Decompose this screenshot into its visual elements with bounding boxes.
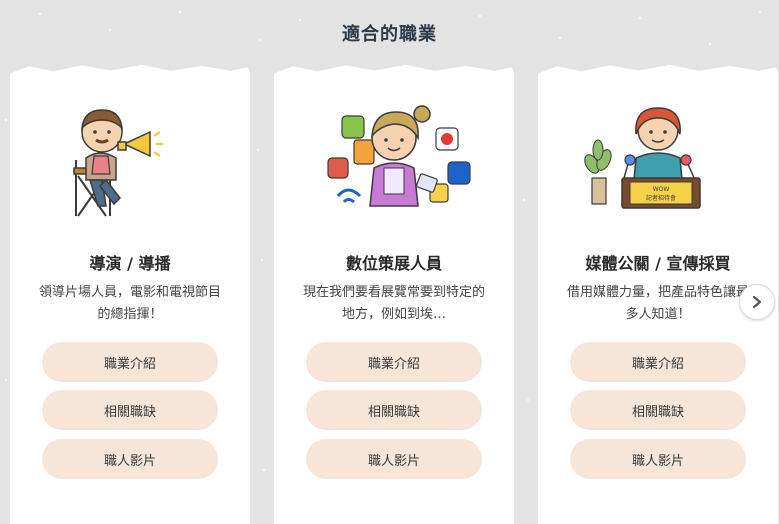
section-title: 適合的職業	[342, 24, 437, 45]
career-intro-button[interactable]: 職業介紹	[570, 342, 746, 382]
related-jobs-button[interactable]: 相關職缺	[42, 390, 218, 430]
related-jobs-button[interactable]: 相關職缺	[306, 390, 482, 430]
card-description: 借用媒體力量，把產品特色讓最多人知道！	[566, 285, 749, 322]
professional-video-button[interactable]: 職人影片	[42, 439, 218, 479]
card-description: 現在我們要看展覽常要到特定的地方，例如到埃…	[302, 285, 485, 322]
career-intro-button[interactable]: 職業介紹	[306, 342, 482, 382]
career-card-digital-curator: 數位策展人員 現在我們要看展覽常要到特定的地方，例如到埃… 職業介紹 相關職缺 …	[274, 64, 514, 524]
director-illustration	[73, 109, 163, 217]
card-title: 數位策展人員	[345, 254, 442, 273]
svg-text:WOW: WOW	[653, 186, 670, 193]
related-jobs-button[interactable]: 相關職缺	[570, 390, 746, 430]
career-intro-button[interactable]: 職業介紹	[42, 342, 218, 382]
career-card-director: 導演 / 導播 領導片場人員，電影和電視節目的總指揮！ 職業介紹 相關職缺 職人…	[10, 64, 250, 524]
media-pr-illustration: WOW 記者招待會	[584, 107, 701, 209]
card-description: 領導片場人員，電影和電視節目的總指揮！	[38, 285, 221, 322]
svg-text:記者招待會: 記者招待會	[646, 194, 676, 202]
card-title: 導演 / 導播	[89, 254, 171, 273]
chevron-right-icon	[752, 295, 762, 309]
professional-video-button[interactable]: 職人影片	[570, 439, 746, 479]
curator-illustration	[327, 105, 471, 207]
carousel-next-button[interactable]	[739, 284, 775, 320]
card-title: 媒體公關 / 宣傳採買	[585, 254, 731, 273]
professional-video-button[interactable]: 職人影片	[306, 439, 482, 479]
